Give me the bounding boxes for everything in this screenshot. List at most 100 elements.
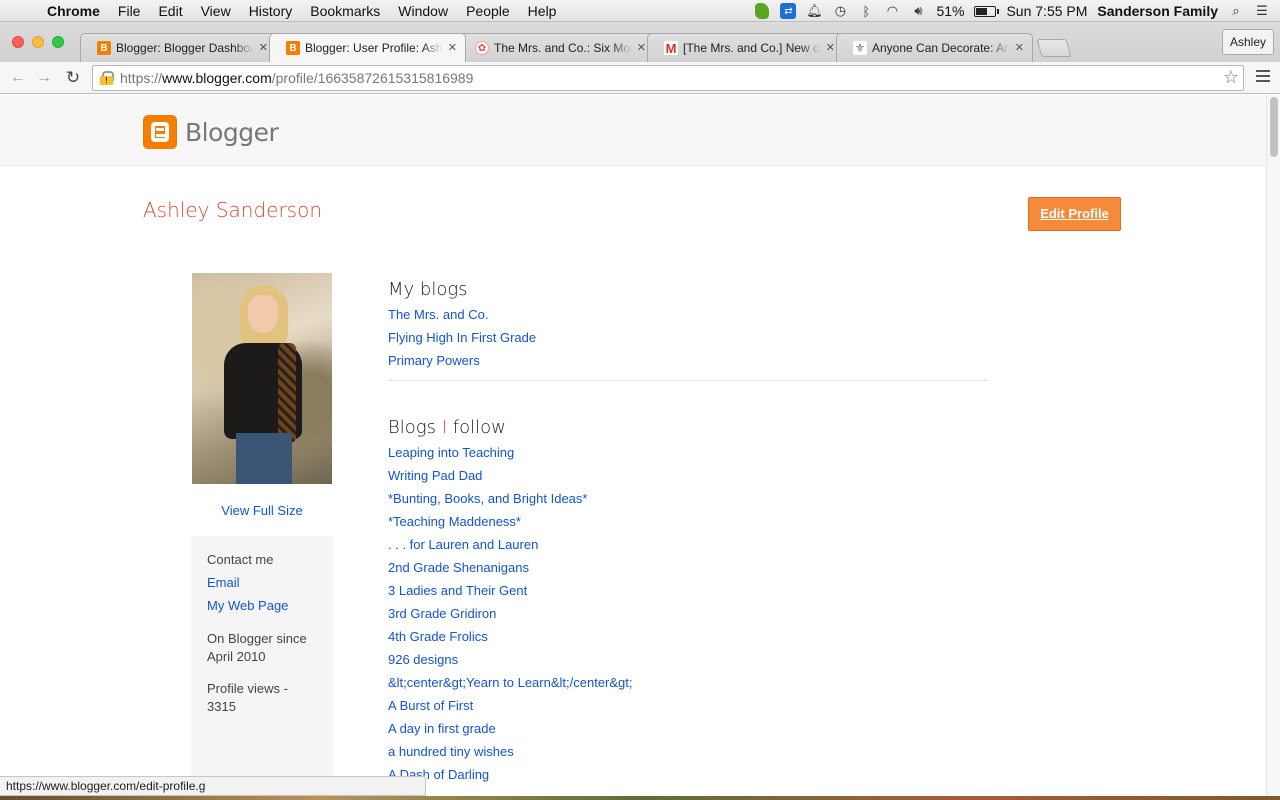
menu-edit[interactable]: Edit — [149, 3, 191, 19]
close-tab-icon[interactable]: ✕ — [1015, 41, 1024, 54]
battery-icon[interactable] — [974, 5, 1000, 17]
tab-mrs-and-co[interactable]: ✿ The Mrs. and Co.: Six Months ✕ — [458, 33, 655, 62]
followed-blog-link[interactable]: A Dash of Darling — [388, 766, 988, 789]
menu-people[interactable]: People — [457, 3, 519, 19]
bluetooth-icon[interactable]: ᛒ — [858, 3, 874, 19]
browser-profile-button[interactable]: Ashley — [1221, 29, 1274, 55]
tab-title: Blogger: User Profile: Ashley Sanderson — [305, 41, 443, 55]
address-bar[interactable]: https://www.blogger.com/profile/16635872… — [92, 65, 1244, 91]
link-status-bubble: https://www.blogger.com/edit-profile.g — [0, 776, 426, 796]
heading-text: Blogs — [388, 417, 442, 438]
close-tab-icon[interactable]: ✕ — [448, 41, 457, 54]
followed-blog-link[interactable]: &lt;center&gt;Yearn to Learn&lt;/center&… — [388, 674, 988, 697]
my-blog-link[interactable]: The Mrs. and Co. — [388, 306, 988, 329]
new-tab-button[interactable] — [1036, 39, 1072, 57]
menu-history[interactable]: History — [240, 3, 302, 19]
scrollbar-thumb[interactable] — [1270, 97, 1278, 157]
window-controls — [12, 36, 64, 48]
member-since-line1: On Blogger since — [207, 631, 307, 646]
insecure-lock-icon[interactable] — [100, 71, 114, 85]
followed-blog-link[interactable]: Writing Pad Dad — [388, 467, 988, 490]
teamviewer-icon[interactable]: ⇄ — [780, 3, 797, 19]
my-blog-link[interactable]: Primary Powers — [388, 352, 988, 375]
my-blog-link[interactable]: Flying High In First Grade — [388, 329, 988, 352]
menu-app-name[interactable]: Chrome — [38, 3, 109, 19]
notification-center-icon[interactable]: ☰ — [1254, 3, 1270, 19]
tab-title: [The Mrs. and Co.] New comment — [683, 41, 821, 55]
followed-blog-link[interactable]: 2nd Grade Shenanigans — [388, 559, 988, 582]
reload-icon[interactable]: ↻ — [63, 68, 83, 88]
followed-blog-link[interactable]: 926 designs — [388, 651, 988, 674]
menu-bookmarks[interactable]: Bookmarks — [301, 3, 389, 19]
evernote-icon[interactable] — [754, 3, 770, 19]
followed-blog-link[interactable]: 3rd Grade Gridiron — [388, 605, 988, 628]
menu-file[interactable]: File — [109, 3, 150, 19]
followed-blogs-list: Leaping into Teaching Writing Pad Dad *B… — [388, 444, 988, 789]
menu-help[interactable]: Help — [519, 3, 566, 19]
blogger-icon: B — [97, 41, 111, 55]
close-window-button[interactable] — [12, 36, 24, 48]
battery-percent[interactable]: 51% — [936, 3, 964, 19]
profile-sidebar: Contact me Email My Web Page On Blogger … — [191, 536, 333, 800]
followed-blog-link[interactable]: A day in first grade — [388, 720, 988, 743]
member-since-line2: April 2010 — [207, 649, 266, 664]
close-tab-icon[interactable]: ✕ — [637, 41, 646, 54]
chrome-menu-icon[interactable] — [1256, 68, 1270, 84]
volume-icon[interactable]: 🔊︎ — [910, 3, 926, 19]
followed-blog-link[interactable]: *Teaching Maddeness* — [388, 513, 988, 536]
blogs-i-follow-heading: Blogs I follow — [388, 416, 988, 444]
tab-strip: B Blogger: Blogger Dashboard ✕ B Blogger… — [80, 33, 1072, 62]
web-page-link[interactable]: My Web Page — [207, 597, 317, 615]
menu-window[interactable]: Window — [389, 3, 457, 19]
my-blogs-heading: My blogs — [388, 279, 468, 300]
wifi-icon[interactable]: ◠ — [884, 3, 900, 19]
menu-view[interactable]: View — [192, 3, 240, 19]
url-host: www.blogger.com — [162, 70, 272, 86]
blogger-logo-text: Blogger — [185, 117, 279, 147]
tab-anyone-can-decorate[interactable]: ⚜ Anyone Can Decorate: Are ✕ — [836, 33, 1033, 62]
profile-name: Ashley Sanderson — [143, 198, 323, 222]
tab-title: The Mrs. and Co.: Six Months — [494, 41, 632, 55]
followed-blog-link[interactable]: a hundred tiny wishes — [388, 743, 988, 766]
tab-title: Blogger: Blogger Dashboard — [116, 41, 254, 55]
followed-blog-link[interactable]: 3 Ladies and Their Gent — [388, 582, 988, 605]
followed-blog-link[interactable]: . . . for Lauren and Lauren — [388, 536, 988, 559]
blogger-logo[interactable]: Blogger — [143, 115, 279, 149]
profile-main-column: My blogs The Mrs. and Co. Flying High In… — [388, 278, 988, 789]
forward-arrow-icon[interactable]: → — [34, 68, 54, 88]
profile-photo[interactable] — [192, 273, 332, 484]
page-scrollbar[interactable] — [1266, 95, 1280, 800]
macos-menubar: Chrome File Edit View History Bookmarks … — [0, 0, 1280, 22]
url-path: /profile/16635872615315816989 — [271, 70, 474, 86]
edit-profile-button[interactable]: Edit Profile — [1028, 197, 1121, 231]
followed-blog-link[interactable]: Leaping into Teaching — [388, 444, 988, 467]
heading-text: follow — [447, 417, 506, 438]
followed-blog-link[interactable]: A Burst of First — [388, 697, 988, 720]
minimize-window-button[interactable] — [32, 36, 44, 48]
tab-blogger-profile[interactable]: B Blogger: User Profile: Ashley Sanderso… — [269, 33, 466, 62]
close-tab-icon[interactable]: ✕ — [826, 41, 835, 54]
blogger-logo-icon — [143, 115, 177, 149]
blogger-icon: B — [286, 41, 300, 55]
menubar-user[interactable]: Sanderson Family — [1097, 3, 1218, 19]
followed-blog-link[interactable]: 4th Grade Frolics — [388, 628, 988, 651]
email-link[interactable]: Email — [207, 574, 317, 592]
back-arrow-icon[interactable]: ← — [8, 68, 28, 88]
zoom-window-button[interactable] — [52, 36, 64, 48]
flower-icon: ✿ — [475, 41, 489, 55]
view-full-size-link[interactable]: View Full Size — [192, 503, 332, 518]
contact-heading: Contact me — [207, 552, 274, 567]
close-tab-icon[interactable]: ✕ — [259, 41, 268, 54]
bookmark-star-icon[interactable]: ☆ — [1223, 67, 1239, 88]
member-since-label: On Blogger since April 2010 — [207, 630, 317, 666]
page-viewport: Blogger Ashley Sanderson Edit Profile Vi… — [0, 95, 1266, 800]
notification-bell-icon[interactable]: 🔔︎ — [806, 3, 823, 19]
tab-gmail-comment[interactable]: M [The Mrs. and Co.] New comment ✕ — [647, 33, 844, 62]
spotlight-search-icon[interactable]: ⌕ — [1228, 3, 1244, 19]
time-machine-icon[interactable]: ◷ — [832, 3, 848, 19]
tab-blogger-dashboard[interactable]: B Blogger: Blogger Dashboard ✕ — [80, 33, 277, 62]
followed-blog-link[interactable]: *Bunting, Books, and Bright Ideas* — [388, 490, 988, 513]
desktop-background — [0, 796, 1280, 800]
tab-title: Anyone Can Decorate: Are — [872, 41, 1010, 55]
menubar-clock[interactable]: Sun 7:55 PM — [1006, 3, 1087, 19]
